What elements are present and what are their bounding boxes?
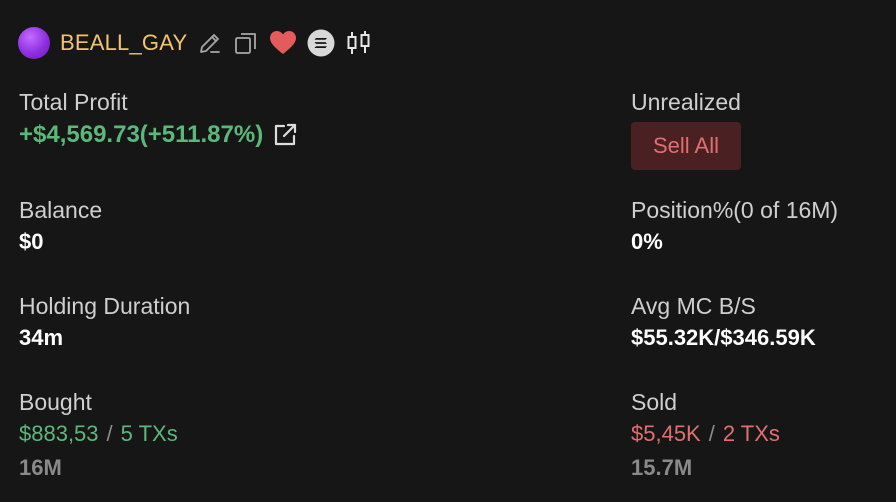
- sold-amount: $5,45K: [631, 421, 701, 446]
- avg-mc-section: Avg MC B/S $55.32K/$346.59K: [631, 292, 816, 352]
- sell-all-button[interactable]: Sell All: [631, 122, 741, 170]
- balance-section: Balance $0: [19, 196, 102, 256]
- total-profit-value: +$4,569.73(+511.87%): [19, 121, 264, 148]
- bought-section: Bought $883,53 / 5 TXs 16M: [19, 388, 178, 482]
- unrealized-label: Unrealized: [631, 89, 741, 115]
- position-label: Position%(0 of 16M): [631, 197, 839, 223]
- sold-separator: /: [708, 421, 715, 446]
- avg-mc-label: Avg MC B/S: [631, 293, 756, 319]
- holding-duration-label: Holding Duration: [19, 293, 191, 319]
- sold-txs[interactable]: 2 TXs: [723, 421, 780, 446]
- sold-mcap: 15.7M: [631, 455, 693, 480]
- balance-label: Balance: [19, 197, 103, 223]
- copy-icon[interactable]: [233, 30, 259, 56]
- heart-icon[interactable]: [269, 30, 297, 56]
- total-profit-label: Total Profit: [19, 89, 128, 115]
- balance-value: $0: [19, 229, 44, 254]
- avg-mc-value: $55.32K/$346.59K: [631, 325, 816, 350]
- bought-separator: /: [106, 421, 113, 446]
- position-section: Position%(0 of 16M) 0%: [631, 196, 838, 256]
- bought-txs[interactable]: 5 TXs: [121, 421, 178, 446]
- unrealized-section: Unrealized Sell All: [631, 88, 741, 170]
- bought-label: Bought: [19, 389, 92, 415]
- token-header: BEALL_GAY: [18, 26, 373, 60]
- sold-label: Sold: [631, 389, 678, 415]
- token-name[interactable]: BEALL_GAY: [60, 30, 187, 56]
- bought-amount: $883,53: [19, 421, 99, 446]
- solana-icon[interactable]: [307, 29, 335, 57]
- bought-mcap: 16M: [19, 455, 62, 480]
- token-avatar: [18, 27, 50, 59]
- sold-section: Sold $5,45K / 2 TXs 15.7M: [631, 388, 780, 482]
- holding-duration-section: Holding Duration 34m: [19, 292, 190, 352]
- holding-duration-value: 34m: [19, 325, 64, 350]
- position-value: 0%: [631, 229, 663, 254]
- edit-icon[interactable]: [197, 30, 223, 56]
- candlestick-chart-icon[interactable]: [345, 29, 373, 57]
- total-profit-section: Total Profit +$4,569.73(+511.87%): [19, 88, 299, 150]
- external-link-icon[interactable]: [271, 121, 299, 149]
